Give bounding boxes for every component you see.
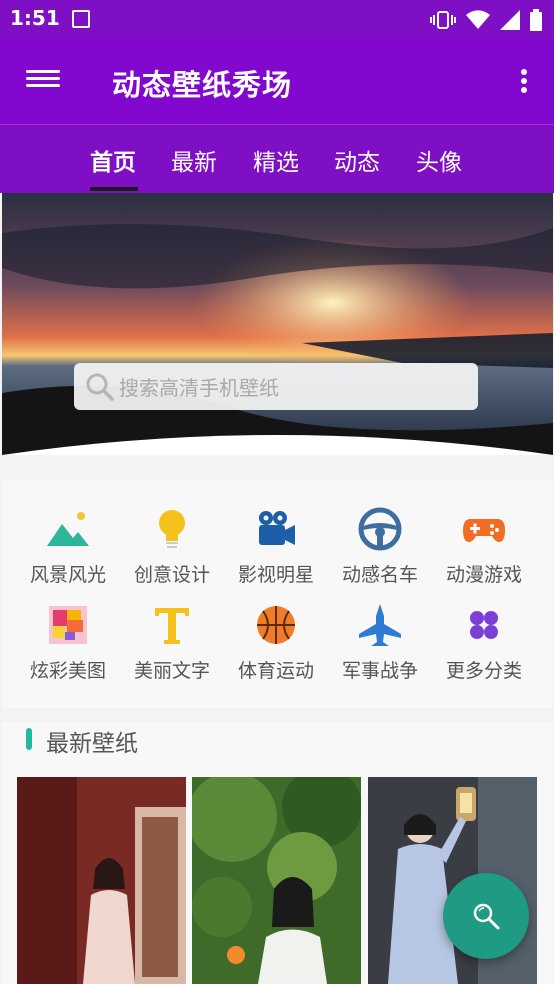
notification-icon [72, 10, 90, 28]
video-camera-icon [259, 511, 295, 545]
battery-icon [530, 9, 542, 31]
menu-button[interactable] [26, 66, 60, 96]
category-label: 创意设计 [133, 564, 210, 586]
overflow-menu-button[interactable] [518, 66, 530, 96]
category-label: 更多分类 [445, 660, 522, 682]
latest-section-title: 最新壁纸 [46, 731, 138, 757]
category-text[interactable]: 美丽文字 [120, 602, 224, 694]
status-time: 1:51 [10, 6, 60, 30]
category-label: 军事战争 [341, 660, 418, 682]
basketball-icon [257, 606, 295, 644]
app-title: 动态壁纸秀场 [112, 68, 293, 102]
vibrate-icon [430, 11, 456, 29]
tab-indicator [90, 187, 138, 191]
steering-wheel-icon [358, 507, 402, 551]
tab-animated[interactable]: 动态 [334, 143, 380, 177]
search-fab[interactable] [443, 873, 529, 959]
latest-section-header: 最新壁纸 [2, 722, 553, 768]
category-label: 体育运动 [237, 660, 314, 682]
category-creative[interactable]: 创意设计 [120, 506, 224, 598]
four-dots-icon [470, 611, 498, 639]
section-accent-bar [26, 728, 32, 750]
tab-latest[interactable]: 最新 [171, 143, 217, 177]
tab-bar: 首页 最新 精选 动态 头像 [0, 124, 554, 193]
tab-featured[interactable]: 精选 [253, 143, 299, 177]
app-bar: 动态壁纸秀场 [0, 38, 554, 124]
search-placeholder: 搜索高清手机壁纸 [119, 376, 279, 400]
wallpaper-thumbnail[interactable] [17, 777, 186, 984]
tab-avatar[interactable]: 头像 [416, 143, 462, 177]
category-label: 动感名车 [341, 564, 418, 586]
category-label: 美丽文字 [133, 660, 210, 682]
status-icons [430, 9, 542, 31]
category-label: 影视明星 [237, 564, 314, 586]
category-sports[interactable]: 体育运动 [224, 602, 328, 694]
color-palette-icon [49, 606, 87, 644]
category-label: 动漫游戏 [445, 564, 522, 586]
fighter-jet-icon [359, 604, 401, 646]
category-cars[interactable]: 动感名车 [328, 506, 432, 598]
landscape-icon [47, 512, 89, 546]
category-colorful[interactable]: 炫彩美图 [16, 602, 120, 694]
text-t-icon [155, 608, 189, 644]
lightbulb-icon [159, 510, 185, 548]
category-landscape[interactable]: 风景风光 [16, 506, 120, 598]
category-label: 风景风光 [29, 564, 106, 586]
wifi-icon [466, 10, 490, 29]
search-input[interactable]: 搜索高清手机壁纸 [74, 363, 478, 410]
tab-home[interactable]: 首页 [90, 143, 136, 177]
wallpaper-thumbnail[interactable] [192, 777, 361, 984]
category-more[interactable]: 更多分类 [432, 602, 536, 694]
search-icon [86, 373, 114, 401]
search-icon [473, 903, 500, 930]
category-anime-games[interactable]: 动漫游戏 [432, 506, 536, 598]
category-grid: 风景风光 创意设计 影视明星 动感名车 动漫游戏 炫彩美图 美丽文字 体育运动 … [2, 480, 553, 708]
category-movie-stars[interactable]: 影视明星 [224, 506, 328, 598]
category-military[interactable]: 军事战争 [328, 602, 432, 694]
signal-icon [500, 10, 520, 30]
banner-image[interactable] [2, 193, 553, 455]
category-label: 炫彩美图 [29, 660, 106, 682]
status-bar: 1:51 [0, 0, 554, 38]
gamepad-icon [463, 519, 505, 542]
